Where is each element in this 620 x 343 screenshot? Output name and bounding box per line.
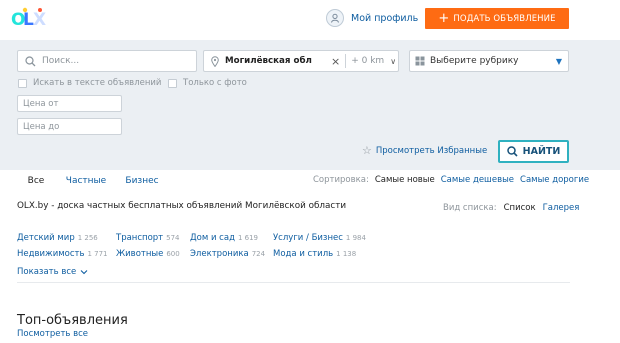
category-name: Недвижимость bbox=[17, 249, 85, 259]
tab-label: Все bbox=[27, 176, 45, 186]
category-link-services[interactable]: Услуги / Бизнес 1 984 bbox=[273, 233, 366, 243]
top-ads-title: Топ-объявления bbox=[17, 313, 128, 328]
category-count: 1 771 bbox=[87, 250, 108, 258]
category-name: Дом и сад bbox=[190, 233, 235, 243]
clear-location-icon[interactable]: × bbox=[331, 55, 340, 68]
category-name: Мода и стиль bbox=[273, 249, 334, 259]
location-pin-icon bbox=[211, 55, 219, 67]
star-icon: ☆ bbox=[362, 144, 372, 157]
category-count: 1 138 bbox=[336, 250, 357, 258]
sort-options: Сортировка: Самые новые Самые дешевые Са… bbox=[313, 175, 589, 185]
category-name: Детский мир bbox=[17, 233, 75, 243]
olx-logo[interactable]: O L X bbox=[10, 4, 46, 34]
post-ad-button[interactable]: + ПОДАТЬ ОБЪЯВЛЕНИЕ bbox=[425, 8, 569, 29]
category-link-kids[interactable]: Детский мир 1 256 bbox=[17, 233, 98, 243]
sort-most-expensive[interactable]: Самые дорогие bbox=[520, 175, 589, 185]
category-link-transport[interactable]: Транспорт 574 bbox=[116, 233, 180, 243]
tab-all[interactable]: Все bbox=[17, 170, 55, 192]
view-options: Вид списка: Список Галерея bbox=[443, 203, 579, 213]
plus-icon: + bbox=[438, 10, 450, 26]
checkbox-box[interactable] bbox=[18, 78, 27, 88]
checkbox-label: Только с фото bbox=[183, 78, 247, 88]
find-button[interactable]: НАЙТИ bbox=[498, 140, 569, 163]
checkbox-box[interactable] bbox=[168, 78, 177, 88]
radius-value[interactable]: + 0 km bbox=[351, 56, 384, 66]
category-count: 574 bbox=[166, 234, 180, 242]
show-all-categories-link[interactable]: Показать все bbox=[17, 267, 88, 277]
post-ad-label: ПОДАТЬ ОБЪЯВЛЕНИЕ bbox=[453, 13, 556, 24]
category-count: 600 bbox=[166, 250, 180, 258]
price-from-placeholder: Цена от bbox=[23, 98, 59, 109]
chevron-down-icon bbox=[80, 270, 88, 275]
view-gallery[interactable]: Галерея bbox=[543, 203, 580, 213]
price-from-input[interactable]: Цена от bbox=[17, 95, 122, 112]
svg-text:X: X bbox=[33, 10, 46, 30]
category-name: Электроника bbox=[190, 249, 249, 259]
tab-business[interactable]: Бизнес bbox=[117, 170, 167, 192]
only-with-photo-checkbox[interactable]: Только с фото bbox=[168, 78, 247, 88]
tab-label: Частные bbox=[65, 176, 107, 186]
category-count: 724 bbox=[251, 250, 266, 258]
category-link-electronics[interactable]: Электроника 724 bbox=[190, 249, 265, 259]
checkbox-label: Искать в тексте объявлений bbox=[33, 78, 162, 88]
category-value: Выберите рубрику bbox=[430, 56, 519, 66]
search-in-description-checkbox[interactable]: Искать в тексте объявлений bbox=[18, 78, 161, 88]
sort-current: Самые новые bbox=[374, 175, 435, 185]
category-link-home-garden[interactable]: Дом и сад 1 619 bbox=[190, 233, 258, 243]
page-title: OLX.by - доска частных бесплатных объявл… bbox=[17, 201, 347, 211]
favorites-link[interactable]: ☆ Просмотреть Избранные bbox=[362, 144, 487, 157]
dropdown-arrow-icon: ▼ bbox=[555, 56, 562, 66]
category-name: Транспорт bbox=[116, 233, 164, 243]
location-separator bbox=[345, 54, 347, 68]
favorites-label: Просмотреть Избранные bbox=[375, 145, 488, 156]
view-list: Список bbox=[503, 203, 536, 213]
category-link-animals[interactable]: Животные 600 bbox=[116, 249, 180, 259]
category-count: 1 619 bbox=[237, 234, 258, 242]
price-to-input[interactable]: Цена до bbox=[17, 118, 122, 135]
view-label: Вид списка: bbox=[443, 203, 497, 213]
show-all-label: Показать все bbox=[17, 267, 77, 277]
category-count: 1 984 bbox=[345, 234, 366, 242]
tab-private[interactable]: Частные bbox=[59, 170, 113, 192]
category-link-real-estate[interactable]: Недвижимость 1 771 bbox=[17, 249, 108, 259]
category-name: Животные bbox=[116, 249, 164, 259]
grid-icon bbox=[415, 56, 425, 66]
location-input[interactable]: Могилёвская обл × + 0 km ∨ bbox=[203, 50, 399, 72]
divider bbox=[17, 282, 570, 283]
my-profile-link[interactable]: Мой профиль bbox=[326, 8, 418, 28]
search-icon bbox=[506, 146, 518, 157]
top-ads-view-all-link[interactable]: Посмотреть все bbox=[17, 329, 88, 339]
sort-label: Сортировка: bbox=[313, 175, 369, 185]
sort-cheapest[interactable]: Самые дешевые bbox=[441, 175, 514, 185]
category-count: 1 256 bbox=[77, 234, 98, 242]
search-input[interactable]: Поиск... bbox=[17, 50, 197, 72]
category-name: Услуги / Бизнес bbox=[273, 233, 343, 243]
search-placeholder: Поиск... bbox=[42, 56, 80, 66]
location-value: Могилёвская обл bbox=[225, 56, 312, 66]
user-icon bbox=[326, 9, 344, 27]
find-label: НАЙТИ bbox=[522, 146, 561, 157]
chevron-down-icon[interactable]: ∨ bbox=[390, 57, 396, 66]
category-link-fashion[interactable]: Мода и стиль 1 138 bbox=[273, 249, 356, 259]
tab-label: Бизнес bbox=[125, 176, 159, 186]
price-to-placeholder: Цена до bbox=[23, 121, 60, 132]
my-profile-label: Мой профиль bbox=[351, 12, 419, 24]
search-icon bbox=[25, 55, 36, 66]
category-select[interactable]: Выберите рубрику ▼ bbox=[409, 50, 569, 72]
